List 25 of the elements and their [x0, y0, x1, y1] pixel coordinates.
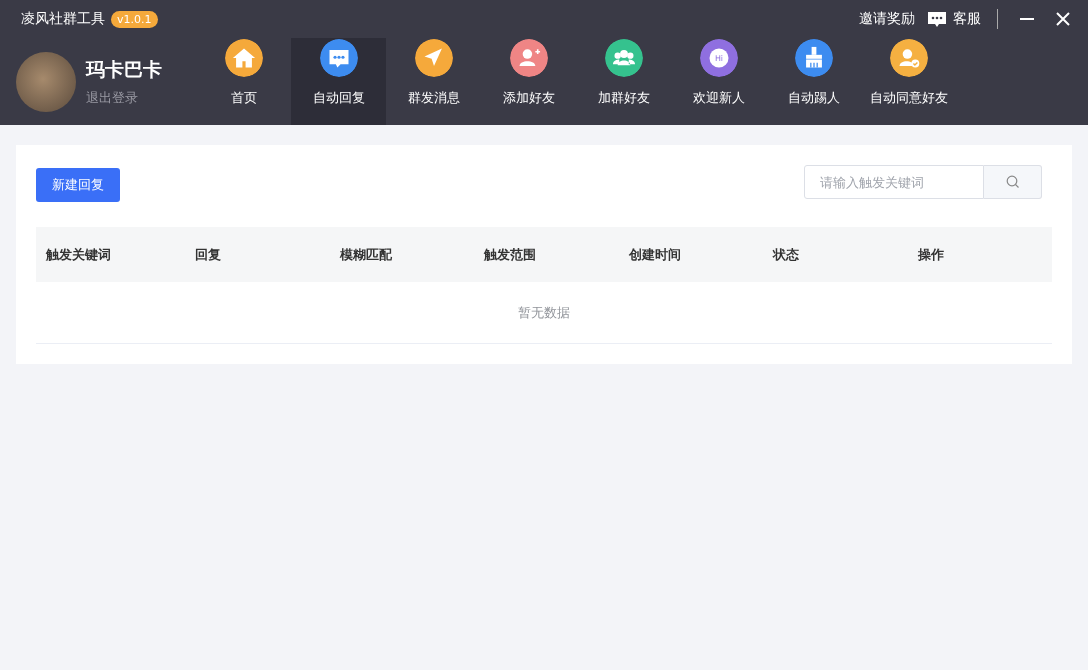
support-link[interactable]: 客服 — [953, 10, 981, 28]
column-header: 操作 — [907, 227, 1052, 282]
nav-tab[interactable]: 加群好友 — [576, 38, 671, 125]
nav-tab[interactable]: 群发消息 — [386, 38, 481, 125]
column-header: 触发关键词 — [36, 227, 186, 282]
nav-tab[interactable]: 自动踢人 — [766, 38, 861, 125]
app-title: 凌风社群工具 — [21, 10, 105, 28]
logout-link[interactable]: 退出登录 — [86, 88, 162, 107]
nav-tab[interactable]: 添加好友 — [481, 38, 576, 125]
new-reply-button[interactable]: 新建回复 — [36, 168, 120, 202]
search-field[interactable]: 请输入触发关键词 — [804, 165, 984, 199]
column-header: 回复 — [185, 227, 330, 282]
user-name: 玛卡巴卡 — [86, 56, 162, 82]
chat-icon[interactable] — [927, 10, 947, 28]
column-header: 创建时间 — [618, 227, 764, 282]
column-header: 触发范围 — [474, 227, 619, 282]
column-header: 模糊匹配 — [329, 227, 475, 282]
nav-tab[interactable]: 首页 — [196, 38, 291, 125]
version-badge: v1.0.1 — [111, 10, 158, 28]
invite-link[interactable]: 邀请奖励 — [859, 10, 915, 28]
column-header: 状态 — [763, 227, 908, 282]
empty-text: 暂无数据 — [36, 282, 1052, 344]
search-icon — [1005, 175, 1020, 189]
nav-tab[interactable]: 自动回复 — [291, 38, 386, 125]
nav-tab[interactable]: 自动同意好友 — [861, 38, 956, 125]
